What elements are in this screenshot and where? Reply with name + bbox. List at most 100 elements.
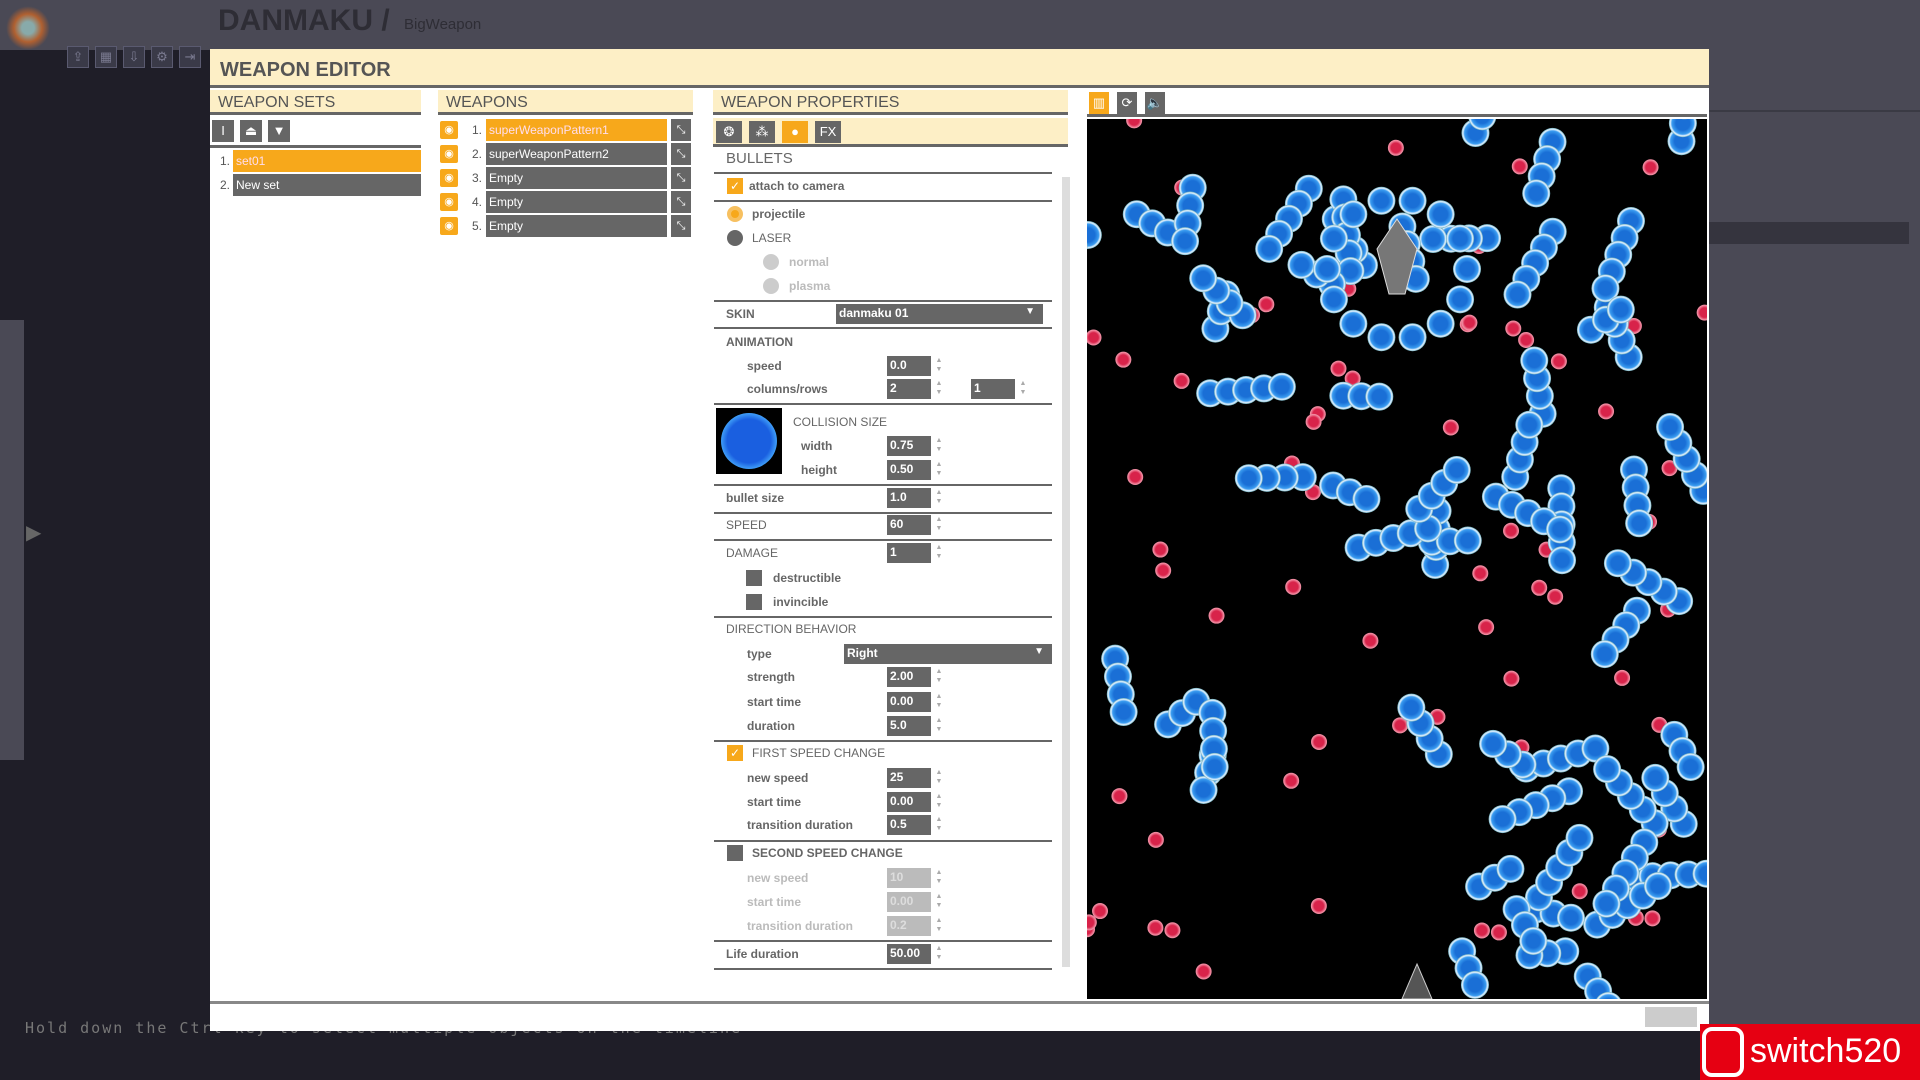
weapon-label[interactable]: Empty (486, 215, 667, 237)
rename-icon[interactable]: I (212, 120, 234, 142)
normal-radio[interactable] (763, 254, 779, 270)
game-preview[interactable] (1087, 119, 1707, 999)
weapon-label[interactable]: Empty (486, 167, 667, 189)
spinner-arrows[interactable]: ▲ ▼ (933, 543, 945, 563)
weapon-set-label[interactable]: set01 (233, 150, 421, 172)
red-bullet (1305, 413, 1322, 430)
weapon-label[interactable]: Empty (486, 191, 667, 213)
switch-logo-icon (1702, 1027, 1744, 1077)
grid-icon[interactable]: ▦ (95, 46, 117, 68)
visibility-icon[interactable]: ◉ (440, 169, 458, 187)
number-input[interactable]: 0.5 (887, 815, 931, 835)
expand-arrow-icon[interactable]: ▶ (26, 520, 41, 545)
spinner-arrows[interactable]: ▲ ▼ (933, 868, 945, 888)
direction-type-dropdown[interactable]: Right ▼ (844, 644, 1052, 664)
spinner-arrows[interactable]: ▲ ▼ (1017, 379, 1029, 399)
number-input[interactable]: 0.0 (887, 356, 931, 376)
number-input[interactable]: 0.00 (887, 792, 931, 812)
bullet-icon[interactable]: ● (782, 121, 808, 143)
visibility-icon[interactable]: ◉ (440, 217, 458, 235)
spinner-arrows[interactable]: ▲ ▼ (933, 356, 945, 376)
move-down-icon[interactable]: ▼ (268, 120, 290, 142)
number-input[interactable]: 2.00 (887, 667, 931, 687)
number-input[interactable]: 0.00 (887, 692, 931, 712)
number-input[interactable]: 50.00 (887, 944, 931, 964)
export-icon[interactable]: ⇪ (67, 46, 89, 68)
spinner-arrows[interactable]: ▲ ▼ (933, 944, 945, 964)
spinner-arrows[interactable]: ▲ ▼ (933, 892, 945, 912)
exit-icon[interactable]: ⇥ (179, 46, 201, 68)
section-checkbox[interactable] (727, 845, 743, 861)
number-input[interactable]: 1.0 (887, 488, 931, 508)
red-bullet (1311, 733, 1328, 750)
weapon-label[interactable]: superWeaponPattern1 (486, 119, 667, 141)
spinner-arrows[interactable]: ▲ ▼ (933, 379, 945, 399)
emitter-icon[interactable]: ❂ (716, 121, 742, 143)
spinner-arrows[interactable]: ▲ ▼ (933, 667, 945, 687)
projectile-radio[interactable] (727, 206, 743, 222)
spinner-arrows[interactable]: ▲ ▼ (933, 815, 945, 835)
close-button[interactable] (1645, 1007, 1697, 1027)
weapon-item[interactable]: ◉ 5. Empty ⤡ (440, 215, 695, 237)
edit-pattern-icon[interactable]: ⤡ (671, 119, 691, 141)
number-input[interactable]: 5.0 (887, 716, 931, 736)
layout-icon[interactable]: ▥ (1089, 92, 1109, 114)
spinner-arrows[interactable]: ▲ ▼ (933, 692, 945, 712)
plasma-radio[interactable] (763, 278, 779, 294)
import-icon[interactable]: ⇩ (123, 46, 145, 68)
number-input[interactable]: 0.75 (887, 436, 931, 456)
field-label: transition duration (747, 919, 853, 933)
rows-input[interactable]: 1 (971, 379, 1015, 399)
number-input[interactable]: 0.00 (887, 892, 931, 912)
skin-dropdown[interactable]: danmaku 01 ▼ (836, 304, 1043, 324)
sound-icon[interactable]: 🔈 (1145, 92, 1165, 114)
red-bullet (1155, 562, 1172, 579)
spinner-arrows[interactable]: ▲ ▼ (933, 768, 945, 788)
number-input[interactable]: 0.50 (887, 460, 931, 480)
laser-radio[interactable] (727, 230, 743, 246)
edit-pattern-icon[interactable]: ⤡ (671, 167, 691, 189)
move-up-icon[interactable]: ⏏ (240, 120, 262, 142)
gear-icon[interactable]: ⚙ (151, 46, 173, 68)
properties-scrollbar[interactable] (1062, 177, 1070, 967)
edit-pattern-icon[interactable]: ⤡ (671, 191, 691, 213)
spinner-arrows[interactable]: ▲ ▼ (933, 460, 945, 480)
weapon-item[interactable]: ◉ 2. superWeaponPattern2 ⤡ (440, 143, 695, 165)
fx-tab[interactable]: FX (815, 121, 841, 143)
number-input[interactable]: 2 (887, 379, 931, 399)
spinner-arrows[interactable]: ▲ ▼ (933, 716, 945, 736)
edit-pattern-icon[interactable]: ⤡ (671, 143, 691, 165)
weapon-label[interactable]: superWeaponPattern2 (486, 143, 667, 165)
red-bullet (1173, 372, 1190, 389)
weapon-item[interactable]: ◉ 4. Empty ⤡ (440, 191, 695, 213)
edit-pattern-icon[interactable]: ⤡ (671, 215, 691, 237)
weapon-set-label[interactable]: New set (233, 174, 421, 196)
visibility-icon[interactable]: ◉ (440, 145, 458, 163)
number-input[interactable]: 0.2 (887, 916, 931, 936)
number-input[interactable]: 10 (887, 868, 931, 888)
weapon-item[interactable]: ◉ 1. superWeaponPattern1 ⤡ (440, 119, 695, 141)
number-input[interactable]: 60 (887, 515, 931, 535)
section-label: DIRECTION BEHAVIOR (726, 622, 857, 636)
number-input[interactable]: 25 (887, 768, 931, 788)
weapon-item[interactable]: ◉ 3. Empty ⤡ (440, 167, 695, 189)
attach-camera-checkbox[interactable]: ✓ (727, 178, 743, 194)
visibility-icon[interactable]: ◉ (440, 193, 458, 211)
number-input[interactable]: 1 (887, 543, 931, 563)
spinner-arrows[interactable]: ▲ ▼ (933, 488, 945, 508)
weapon-set-item[interactable]: 1. set01 (210, 150, 421, 172)
spinner-arrows[interactable]: ▲ ▼ (933, 436, 945, 456)
visibility-icon[interactable]: ◉ (440, 121, 458, 139)
checkbox[interactable] (746, 570, 762, 586)
refresh-icon[interactable]: ⟳ (1117, 92, 1137, 114)
blue-bullet (1365, 382, 1394, 411)
blue-bullet (1367, 323, 1396, 352)
spinner-arrows[interactable]: ▲ ▼ (933, 515, 945, 535)
spinner-arrows[interactable]: ▲ ▼ (933, 916, 945, 936)
spinner-arrows[interactable]: ▲ ▼ (933, 792, 945, 812)
checkbox[interactable] (746, 594, 762, 610)
blue-bullet (1593, 755, 1622, 784)
pattern-icon[interactable]: ⁂ (749, 121, 775, 143)
weapon-set-item[interactable]: 2. New set (210, 174, 421, 196)
section-checkbox[interactable]: ✓ (727, 745, 743, 761)
